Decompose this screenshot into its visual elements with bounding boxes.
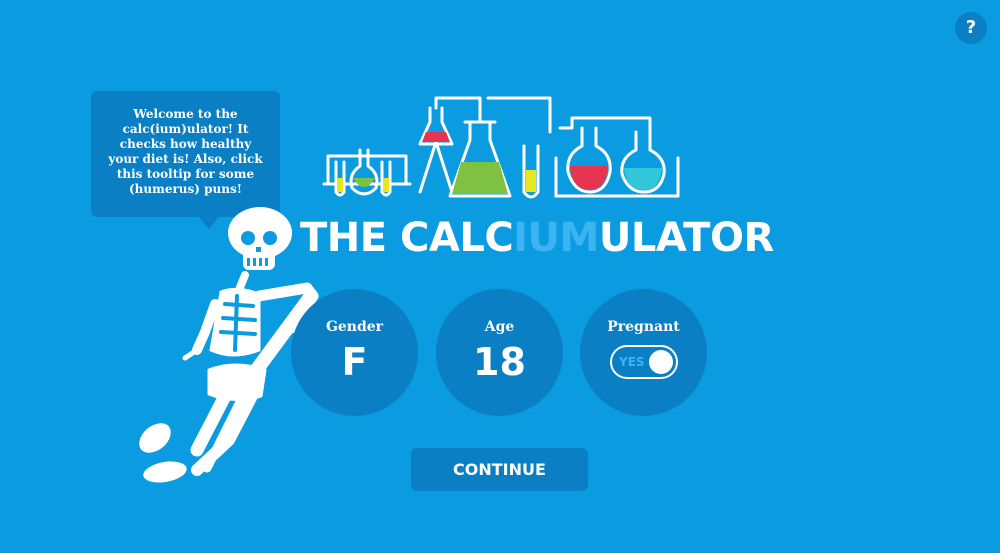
title-part-2: ULATOR (598, 215, 774, 261)
pregnant-toggle[interactable]: YES (610, 345, 678, 379)
tooltip-text: Welcome to the calc(ium)ulator! It check… (108, 107, 263, 196)
pregnant-field: Pregnant YES (580, 289, 707, 416)
pregnant-label: Pregnant (607, 319, 680, 335)
title-part-1: THE CALC (300, 215, 514, 261)
app-title: THE CALCIUMULATOR (300, 210, 774, 266)
toggle-text: YES (619, 355, 645, 369)
gender-label: Gender (325, 319, 384, 335)
gender-field[interactable]: Gender F (291, 289, 418, 416)
age-value: 18 (473, 340, 526, 384)
chemistry-lab-illustration (322, 96, 680, 199)
age-label: Age (484, 319, 515, 335)
continue-button[interactable]: CONTINUE (411, 448, 588, 491)
title-accent: IUM (513, 215, 599, 261)
help-button[interactable]: ? (955, 12, 987, 44)
toggle-knob (649, 350, 673, 374)
welcome-tooltip[interactable]: Welcome to the calc(ium)ulator! It check… (91, 91, 280, 229)
age-field[interactable]: Age 18 (436, 289, 563, 416)
gender-value: F (341, 340, 368, 384)
